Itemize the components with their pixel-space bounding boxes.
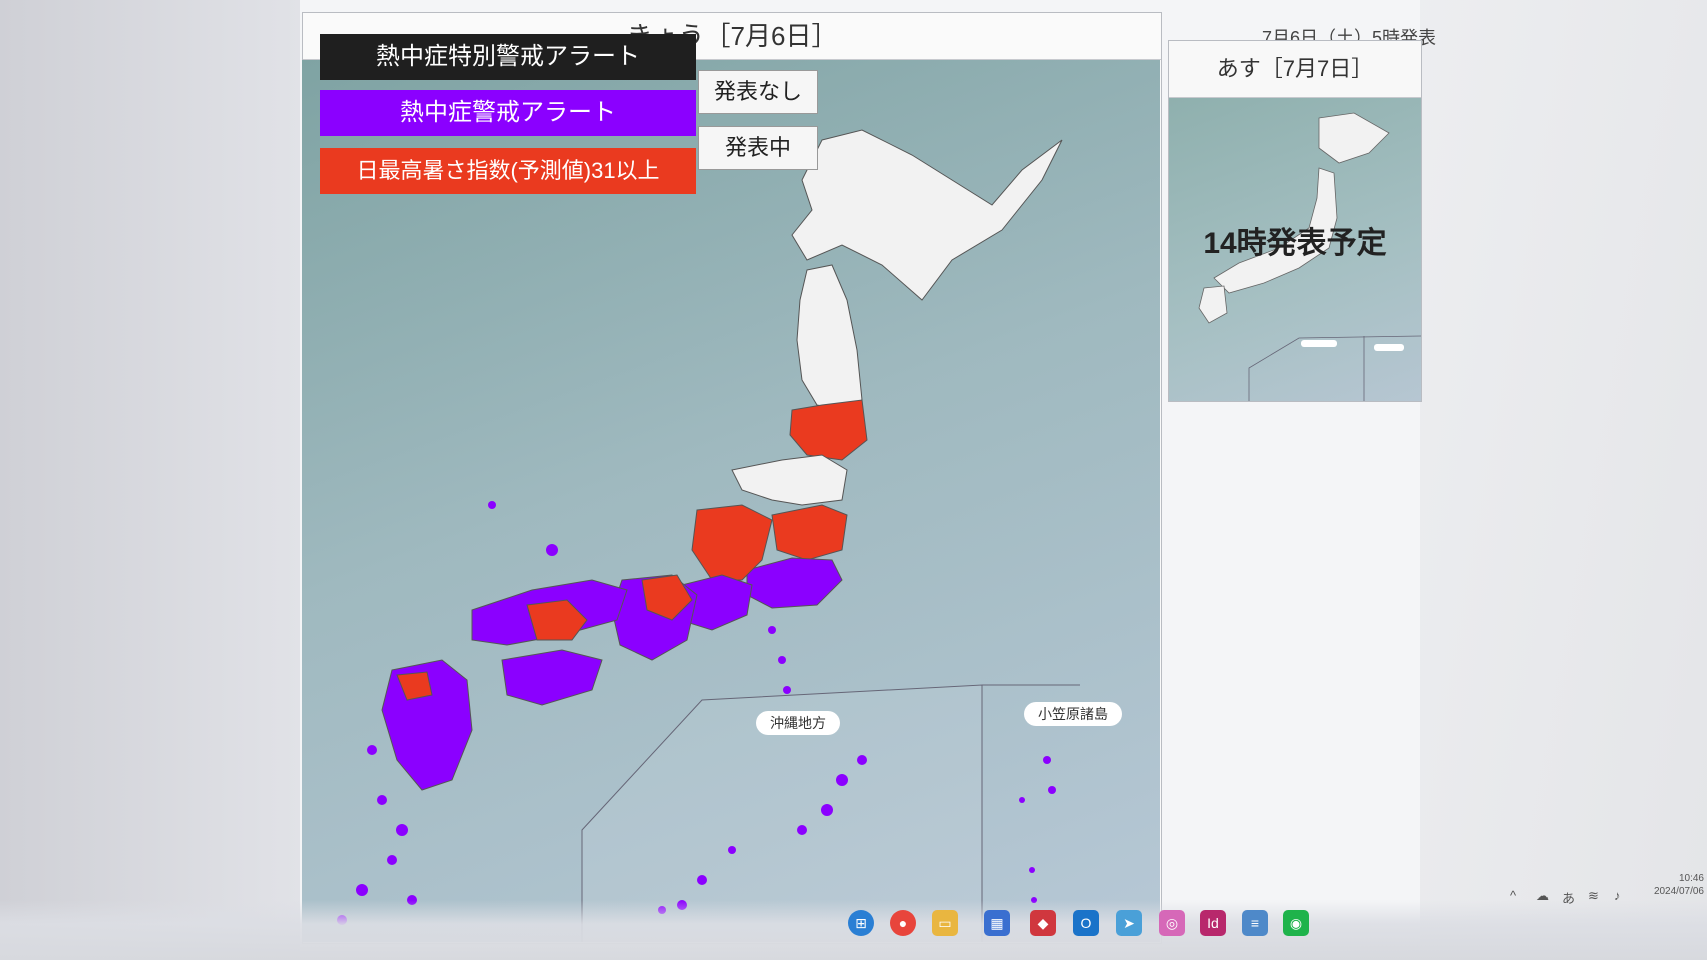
indesign-icon[interactable]: Id	[1200, 910, 1226, 936]
onedrive-icon[interactable]: ☁	[1536, 888, 1549, 904]
tomorrow-map: 14時発表予定	[1169, 98, 1421, 401]
region-shikoku	[501, 649, 603, 706]
tray-chevron-icon[interactable]: ^	[1510, 888, 1516, 903]
tomorrow-notice: 14時発表予定	[1203, 227, 1387, 260]
heat-alert-status: 発表中	[698, 126, 818, 170]
heat-alert-legend: 熱中症警戒アラート	[320, 90, 696, 136]
notepad-icon[interactable]: ≡	[1242, 910, 1268, 936]
taskbar-clock[interactable]: 10:46 2024/07/06	[1648, 872, 1704, 898]
region-tohoku	[796, 264, 863, 411]
ogasawara-islands	[1019, 756, 1056, 903]
store-icon[interactable]: ▦	[984, 910, 1010, 936]
line-icon[interactable]: ◉	[1283, 910, 1309, 936]
region-kanto-south	[746, 557, 843, 609]
island-dot	[546, 544, 558, 556]
tomorrow-kyushu	[1198, 285, 1228, 324]
clock-time: 10:46	[1678, 873, 1704, 884]
tomorrow-hokkaido	[1318, 112, 1390, 164]
camera-icon[interactable]: ◎	[1159, 910, 1185, 936]
start-icon[interactable]: ⊞	[848, 910, 874, 936]
ime-icon[interactable]: あ	[1562, 888, 1575, 907]
chrome-icon[interactable]: ●	[890, 910, 916, 936]
region-kanto-north	[771, 504, 848, 561]
region-chubu-north	[731, 454, 848, 506]
tomorrow-okinawa-label	[1301, 340, 1337, 347]
ogasawara-label: 小笠原諸島	[1024, 702, 1122, 726]
okinawa-label: 沖縄地方	[756, 711, 840, 735]
island-dot	[488, 501, 496, 509]
clock-date: 2024/07/06	[1653, 886, 1704, 897]
wifi-icon[interactable]: ≋	[1588, 888, 1599, 904]
outlook-icon[interactable]: O	[1073, 910, 1099, 936]
folder-icon[interactable]: ▭	[932, 910, 958, 936]
monitor-background	[0, 0, 300, 960]
nansei-islands	[337, 745, 417, 925]
tomorrow-ogasawara-label	[1374, 344, 1404, 351]
shield-icon[interactable]: ◆	[1030, 910, 1056, 936]
volume-icon[interactable]: ♪	[1614, 888, 1621, 903]
wbgt-legend: 日最高暑さ指数(予測値)31以上	[320, 148, 696, 194]
bird-icon[interactable]: ➤	[1116, 910, 1142, 936]
special-alert-legend: 熱中症特別警戒アラート	[320, 34, 696, 80]
tomorrow-title: あす［7月7日］	[1169, 41, 1421, 98]
tomorrow-panel[interactable]: あす［7月7日］ 14時発表予定	[1168, 40, 1422, 402]
region-tohoku-south	[789, 399, 868, 461]
special-alert-status: 発表なし	[698, 70, 818, 114]
